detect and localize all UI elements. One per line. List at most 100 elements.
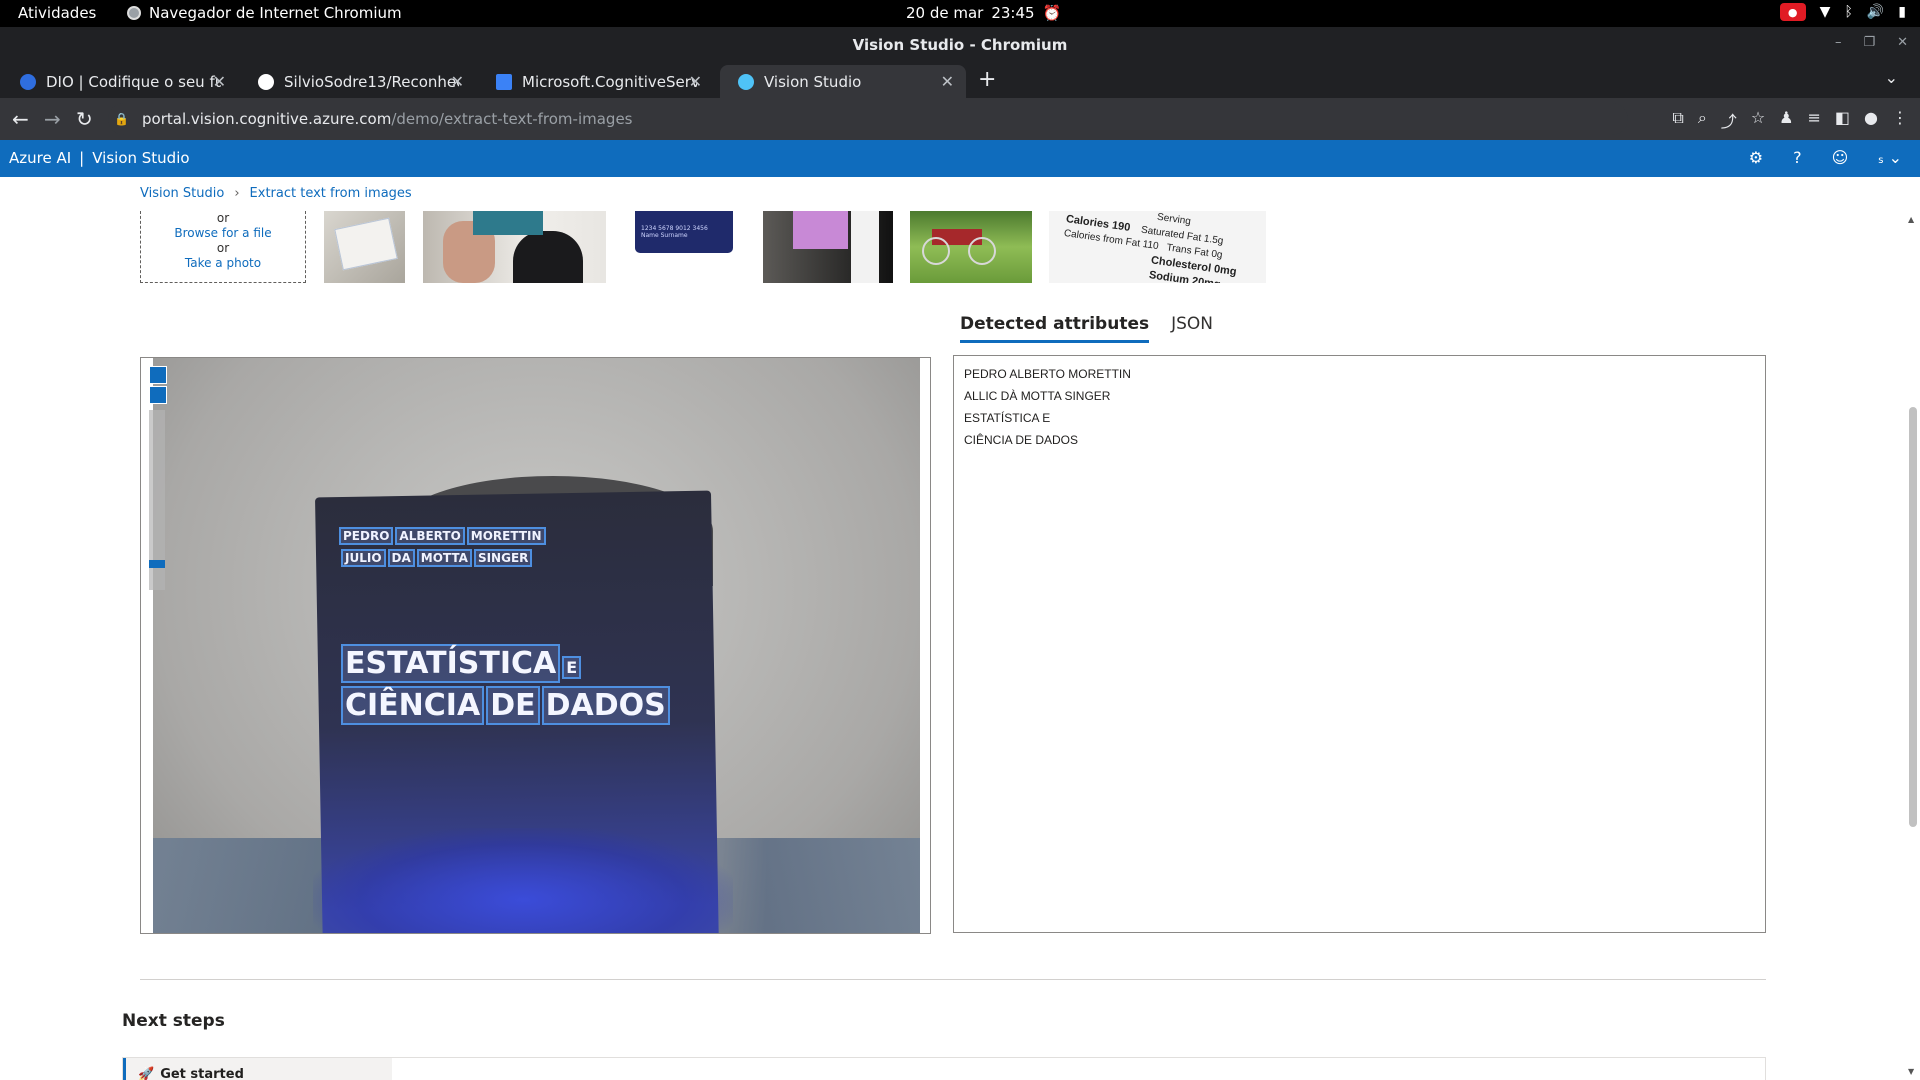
window-title: Vision Studio - Chromium bbox=[852, 36, 1068, 54]
translate-icon[interactable]: ⧉ bbox=[1672, 108, 1683, 132]
address-bar[interactable]: 🔒 portal.vision.cognitive.azure.com/demo… bbox=[108, 103, 1628, 135]
ocr-word-box[interactable]: DA bbox=[387, 549, 415, 567]
close-tab-icon[interactable]: ✕ bbox=[213, 72, 226, 91]
header-brand[interactable]: Azure AI | Vision Studio bbox=[9, 149, 190, 167]
next-steps-heading: Next steps bbox=[122, 1011, 225, 1031]
ocr-word-box[interactable]: CIÊNCIA bbox=[341, 686, 485, 725]
ocr-line-3: ESTATÍSTICA E bbox=[341, 644, 583, 683]
ocr-word-box[interactable]: DADOS bbox=[541, 686, 670, 725]
sample-thumbnail-sticky-note[interactable] bbox=[763, 211, 893, 283]
ocr-word-box[interactable]: ESTATÍSTICA bbox=[341, 644, 561, 683]
tab-detected-attributes[interactable]: Detected attributes bbox=[960, 314, 1150, 343]
account-menu[interactable]: s ⌄ bbox=[1878, 148, 1902, 167]
tab-dio[interactable]: DIO | Codifique o seu fut ✕ bbox=[2, 65, 238, 98]
wall-shape bbox=[851, 211, 879, 283]
tab-github[interactable]: SilvioSodre13/Reconheci ✕ bbox=[240, 65, 476, 98]
bookmark-star-icon[interactable]: ☆ bbox=[1751, 108, 1765, 132]
close-tab-icon[interactable]: ✕ bbox=[451, 72, 464, 91]
sample-thumbnail-nutrition-label[interactable]: Serving Calories 190 Saturated Fat 1.5g … bbox=[1049, 211, 1266, 283]
clock[interactable]: 20 de mar 23:45 ⏰ bbox=[906, 4, 1061, 22]
browser-toolbar: ← → ↻ 🔒 portal.vision.cognitive.azure.co… bbox=[0, 98, 1920, 140]
tab-strip: DIO | Codifique o seu fut ✕ SilvioSodre1… bbox=[0, 63, 1920, 98]
maximize-icon[interactable]: ❐ bbox=[1863, 35, 1875, 50]
bike-wheel-shape bbox=[922, 237, 950, 265]
zoom-slider-handle[interactable] bbox=[149, 560, 165, 568]
nutrition-label-text: Serving Calories 190 Saturated Fat 1.5g … bbox=[1049, 211, 1266, 283]
screen-record-icon[interactable]: ● bbox=[1779, 3, 1806, 21]
profile-icon[interactable]: ● bbox=[1864, 108, 1878, 132]
ocr-word-box[interactable]: PEDRO bbox=[339, 527, 394, 545]
get-started-item[interactable]: 🚀 Get started bbox=[123, 1058, 392, 1080]
close-icon[interactable]: ✕ bbox=[1897, 35, 1908, 50]
extension-icon[interactable]: ♟ bbox=[1779, 108, 1793, 132]
scroll-up-icon[interactable]: ▲ bbox=[1908, 215, 1914, 224]
zoom-out-button[interactable] bbox=[149, 386, 167, 404]
zoom-in-button[interactable] bbox=[149, 366, 167, 384]
toolbar-actions: ⧉ ⌕ ⤴ ☆ ♟ ≡ ◧ ● ⋮ bbox=[1672, 108, 1908, 132]
ocr-word-box[interactable]: SINGER bbox=[473, 549, 533, 567]
tab-label: Microsoft.CognitiveServi bbox=[522, 72, 697, 91]
ocr-word-box[interactable]: MORETTIN bbox=[466, 527, 546, 545]
get-started-panel: 🚀 Get started bbox=[122, 1057, 1766, 1080]
forward-icon[interactable]: → bbox=[44, 107, 61, 131]
minimize-icon[interactable]: – bbox=[1835, 35, 1842, 50]
wifi-icon: ▼ bbox=[1819, 4, 1831, 20]
tab-search-icon[interactable]: ⌄ bbox=[1885, 68, 1898, 87]
tab-label: Vision Studio bbox=[764, 72, 862, 91]
github-icon bbox=[258, 73, 274, 90]
side-panel-icon[interactable]: ◧ bbox=[1835, 108, 1850, 132]
upload-dropzone[interactable]: or Browse for a file or Take a photo bbox=[140, 211, 306, 283]
activities-button[interactable]: Atividades bbox=[18, 4, 96, 22]
lock-icon[interactable]: 🔒 bbox=[114, 112, 129, 126]
scrollbar-thumb[interactable] bbox=[1909, 407, 1917, 827]
ocr-word-box[interactable]: E bbox=[562, 656, 582, 679]
help-icon[interactable]: ? bbox=[1793, 148, 1802, 167]
tab-label: DIO | Codifique o seu fut bbox=[46, 72, 221, 91]
suit-shape bbox=[513, 231, 583, 283]
ocr-word-box[interactable]: JULIO bbox=[341, 549, 386, 567]
brand-separator: | bbox=[79, 149, 85, 167]
browse-file-link[interactable]: Browse for a file bbox=[141, 226, 305, 241]
system-tray[interactable]: ● ▼ ᛒ 🔊 ▮ bbox=[1779, 3, 1906, 21]
ocr-word-box[interactable]: DE bbox=[486, 686, 540, 725]
bike-wheel-shape bbox=[968, 237, 996, 265]
tab-azure[interactable]: Microsoft.CognitiveServi ✕ bbox=[478, 65, 714, 98]
scroll-down-icon[interactable]: ▼ bbox=[1908, 1067, 1914, 1076]
tab-json[interactable]: JSON bbox=[1171, 314, 1213, 343]
app-menu[interactable]: Navegador de Internet Chromium bbox=[127, 4, 402, 22]
sample-thumbnail-credit-card[interactable]: 1234 5678 9012 3456 Name Surname bbox=[635, 211, 733, 283]
sample-thumbnail-id-card[interactable] bbox=[324, 211, 405, 283]
zoom-slider[interactable] bbox=[149, 410, 165, 590]
ocr-word-box[interactable]: ALBERTO bbox=[395, 527, 465, 545]
new-tab-icon[interactable]: + bbox=[978, 67, 996, 92]
detected-line: ALLIC DÀ MOTTA SINGER bbox=[964, 389, 1111, 403]
zoom-icon[interactable]: ⌕ bbox=[1698, 108, 1707, 132]
badge-shape bbox=[473, 211, 543, 235]
upload-or: or bbox=[216, 241, 230, 255]
sample-thumbnail-badge[interactable] bbox=[423, 211, 606, 283]
credit-card-shape: 1234 5678 9012 3456 Name Surname bbox=[635, 211, 733, 253]
close-tab-icon[interactable]: ✕ bbox=[689, 72, 702, 91]
cover-glow-shape bbox=[313, 828, 733, 933]
share-icon[interactable]: ⤴ bbox=[1721, 108, 1737, 132]
reading-list-icon[interactable]: ≡ bbox=[1808, 108, 1821, 132]
menu-icon[interactable]: ⋮ bbox=[1892, 108, 1908, 132]
sample-thumbnail-bicycle[interactable] bbox=[910, 211, 1032, 283]
detected-line: CIÊNCIA DE DADOS bbox=[964, 433, 1079, 447]
take-photo-link[interactable]: Take a photo bbox=[141, 256, 305, 271]
tab-vision-studio[interactable]: Vision Studio ✕ bbox=[720, 65, 966, 98]
feedback-smile-icon[interactable]: ☺ bbox=[1832, 148, 1849, 167]
date-label: 20 de mar bbox=[906, 4, 984, 22]
close-tab-icon[interactable]: ✕ bbox=[941, 72, 954, 91]
upload-or: or bbox=[216, 211, 230, 225]
breadcrumb-vision-studio[interactable]: Vision Studio bbox=[140, 186, 224, 201]
window-controls: – ❐ ✕ bbox=[1835, 35, 1908, 50]
breadcrumb-current[interactable]: Extract text from images bbox=[250, 186, 412, 201]
system-top-bar: Atividades Navegador de Internet Chromiu… bbox=[0, 0, 1920, 27]
reload-icon[interactable]: ↻ bbox=[76, 107, 93, 131]
detected-attributes-panel: PEDRO ALBERTO MORETTIN ALLIC DÀ MOTTA SI… bbox=[953, 355, 1766, 933]
back-icon[interactable]: ← bbox=[12, 107, 29, 131]
page-scrollbar[interactable]: ▲ ▼ bbox=[1904, 177, 1920, 1080]
settings-gear-icon[interactable]: ⚙ bbox=[1749, 148, 1763, 167]
ocr-word-box[interactable]: MOTTA bbox=[416, 549, 472, 567]
